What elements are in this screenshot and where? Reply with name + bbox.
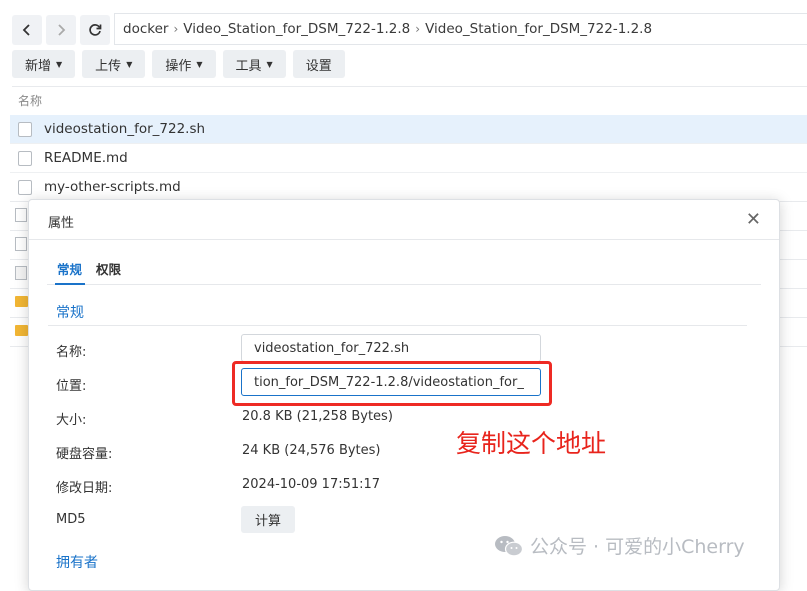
chevron-right-icon <box>58 24 66 36</box>
chevron-left-icon <box>22 24 30 36</box>
toolbar: 新增 ▼ 上传 ▼ 操作 ▼ 工具 ▼ 设置 <box>12 50 345 78</box>
dialog-title: 属性 <box>48 216 75 231</box>
action-button[interactable]: 操作 ▼ <box>152 50 216 78</box>
breadcrumb-item[interactable]: Video_Station_for_DSM_722-1.2.8 <box>183 21 410 37</box>
disk-usage-label: 硬盘容量: <box>56 447 113 462</box>
wechat-icon <box>495 535 524 556</box>
file-row[interactable]: videostation_for_722.sh <box>10 115 807 144</box>
modified-value: 2024-10-09 17:51:17 <box>242 477 381 492</box>
action-label: 操作 <box>165 58 192 74</box>
caret-down-icon: ▼ <box>126 59 133 69</box>
divider <box>12 86 807 87</box>
md5-label: MD5 <box>56 512 86 527</box>
chevron-right-icon: › <box>173 22 179 36</box>
close-icon[interactable]: ✕ <box>746 209 761 230</box>
file-row[interactable]: my-other-scripts.md <box>10 173 807 202</box>
tools-button[interactable]: 工具 ▼ <box>222 50 286 78</box>
file-name: videostation_for_722.sh <box>44 121 206 137</box>
document-icon <box>15 266 27 280</box>
caret-down-icon: ▼ <box>196 59 203 69</box>
tab-divider <box>47 284 761 285</box>
tab-permissions[interactable]: 权限 <box>96 259 121 278</box>
new-label: 新增 <box>25 58 52 74</box>
name-field[interactable]: videostation_for_722.sh <box>241 334 541 362</box>
breadcrumb-item[interactable]: Video_Station_for_DSM_722-1.2.8 <box>425 21 652 37</box>
tab-active-indicator <box>55 283 85 285</box>
settings-button[interactable]: 设置 <box>292 50 345 78</box>
size-value: 20.8 KB (21,258 Bytes) <box>242 409 393 424</box>
file-row[interactable]: README.md <box>10 144 807 173</box>
highlight-box <box>232 361 552 406</box>
section-general-title: 常规 <box>56 305 84 321</box>
breadcrumb-item[interactable]: docker <box>123 21 168 37</box>
new-button[interactable]: 新增 ▼ <box>12 50 76 78</box>
refresh-button[interactable] <box>80 15 110 45</box>
divider <box>29 239 779 240</box>
settings-label: 设置 <box>305 58 332 74</box>
annotation-text: 复制这个地址 <box>456 429 607 458</box>
folder-icon <box>15 325 28 336</box>
caret-down-icon: ▼ <box>266 59 273 69</box>
size-label: 大小: <box>56 413 87 428</box>
name-label: 名称: <box>56 345 87 360</box>
modified-label: 修改日期: <box>56 481 113 496</box>
breadcrumb[interactable]: docker › Video_Station_for_DSM_722-1.2.8… <box>114 13 807 45</box>
watermark-text: 公众号 · 可爱的小Cherry <box>530 536 745 558</box>
file-name: my-other-scripts.md <box>44 179 181 195</box>
file-checkbox[interactable] <box>18 179 32 195</box>
caret-down-icon: ▼ <box>56 59 63 69</box>
location-label: 位置: <box>56 379 87 394</box>
forward-button[interactable] <box>46 15 76 45</box>
file-name: README.md <box>44 150 128 166</box>
file-checkbox[interactable] <box>18 150 32 166</box>
chevron-right-icon: › <box>415 22 421 36</box>
navigation-bar <box>12 14 110 46</box>
tools-label: 工具 <box>235 58 262 74</box>
file-checkbox[interactable] <box>15 208 27 222</box>
calculate-md5-button[interactable]: 计算 <box>241 506 295 533</box>
back-button[interactable] <box>12 15 42 45</box>
folder-icon <box>15 296 28 307</box>
tab-general[interactable]: 常规 <box>57 259 82 278</box>
upload-button[interactable]: 上传 ▼ <box>82 50 146 78</box>
dialog-tabs: 常规 权限 <box>57 259 121 278</box>
upload-label: 上传 <box>95 58 122 74</box>
disk-usage-value: 24 KB (24,576 Bytes) <box>242 443 381 458</box>
refresh-icon <box>89 24 102 36</box>
file-checkbox[interactable] <box>15 237 27 251</box>
divider <box>48 325 747 326</box>
column-header-name[interactable]: 名称 <box>18 92 42 109</box>
file-checkbox[interactable] <box>18 121 32 137</box>
watermark: 公众号 · 可爱的小Cherry <box>494 532 745 559</box>
section-owner-title: 拥有者 <box>56 555 98 571</box>
